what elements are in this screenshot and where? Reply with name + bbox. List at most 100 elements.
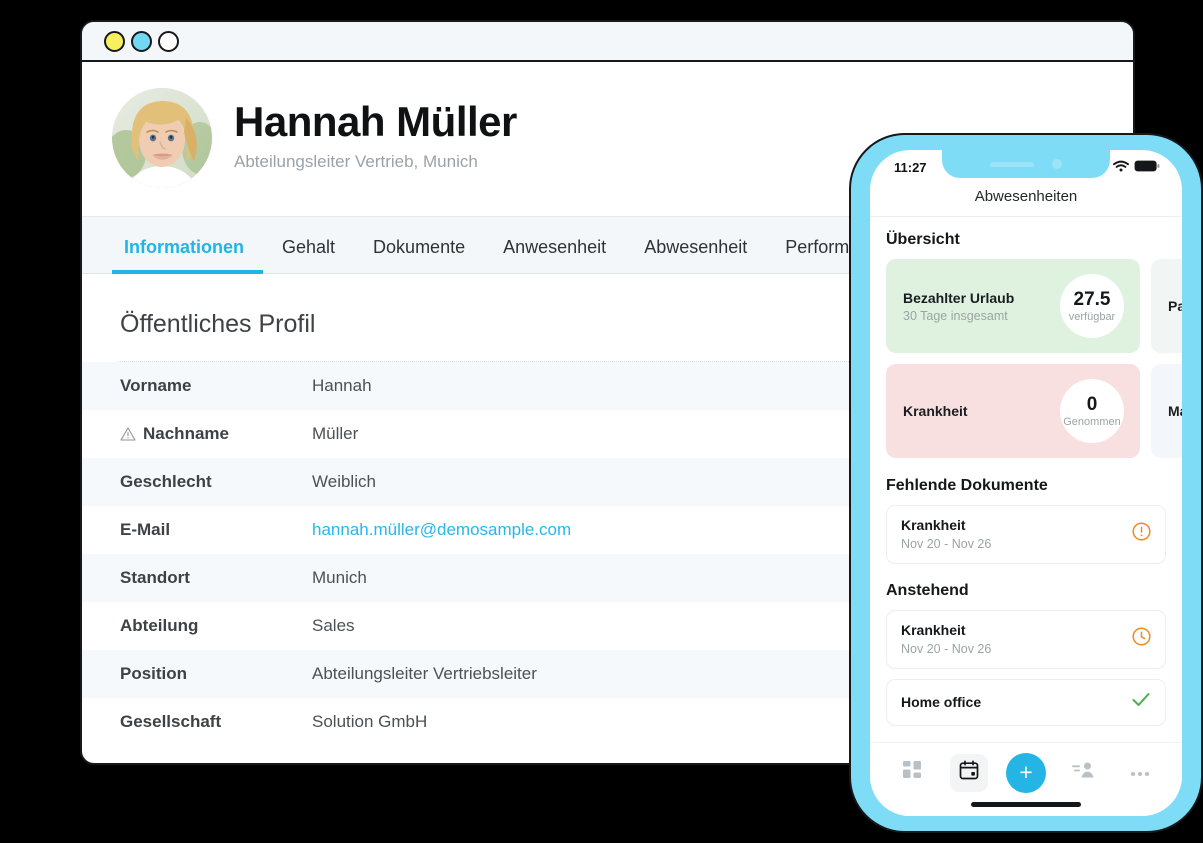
stat-card-partial-pa[interactable]: Pa	[1151, 259, 1182, 353]
calendar-icon	[959, 760, 979, 785]
warning-triangle-icon	[120, 426, 136, 442]
field-label-cell: Vorname	[120, 376, 312, 396]
field-label: Nachname	[143, 424, 229, 443]
check-icon	[1131, 691, 1151, 713]
stat-card-number: 27.5	[1073, 288, 1111, 310]
phone-body: Übersicht Bezahlter Urlaub 30 Tage insge…	[870, 217, 1182, 762]
stat-card-title: Krankheit	[903, 403, 968, 419]
tab-label: Informationen	[124, 237, 244, 257]
dashboard-icon	[902, 760, 922, 785]
list-item[interactable]: Krankheit Nov 20 - Nov 26	[886, 505, 1166, 564]
field-label: Abteilung	[120, 616, 199, 635]
stat-card-unit: Genommen	[1063, 415, 1121, 428]
stat-card-krankheit[interactable]: Krankheit 0 Genommen	[886, 364, 1140, 458]
stat-card-subtitle: 30 Tage insgesamt	[903, 308, 1008, 323]
stat-cards-row-1: Bezahlter Urlaub 30 Tage insgesamt 27.5 …	[870, 259, 1182, 353]
list-item-text: Home office	[901, 694, 981, 710]
tab-label: Anwesenheit	[503, 237, 607, 257]
phone-mockup: 11:27 Abwesenheiten Übersicht Bezahlter …	[849, 133, 1203, 833]
field-label-cell: Abteilung	[120, 616, 312, 636]
avatar	[112, 88, 212, 188]
tab-label: Dokumente	[373, 237, 466, 257]
stat-card-text: Krankheit	[903, 403, 968, 419]
home-indicator	[971, 802, 1081, 807]
field-label: Position	[120, 664, 188, 683]
alert-circle-icon	[1132, 522, 1151, 546]
tab-anwesenheit[interactable]: Anwesenheit	[484, 237, 625, 273]
list-item[interactable]: Home office	[886, 679, 1166, 726]
field-label: Standort	[120, 568, 190, 587]
tab-informationen[interactable]: Informationen	[112, 237, 263, 274]
stat-card-number: 0	[1086, 393, 1098, 415]
stat-card-title: Pa	[1168, 298, 1182, 314]
profile-subtitle: Abteilungsleiter Vertrieb, Munich	[234, 151, 478, 171]
list-item-dates: Nov 20 - Nov 26	[901, 642, 992, 656]
tab-abwesenheit[interactable]: Abwesenheit	[625, 237, 766, 273]
stat-card-unit: verfügbar	[1068, 310, 1116, 323]
field-value: Müller	[312, 424, 359, 443]
nav-more[interactable]	[1121, 754, 1159, 792]
profile-name-block: Hannah Müller Abteilungsleiter Vertrieb,…	[234, 100, 517, 175]
window-titlebar	[82, 22, 1133, 62]
missing-docs-heading: Fehlende Dokumente	[886, 477, 1048, 494]
speaker-slot	[990, 161, 1034, 167]
field-label: Geschlecht	[120, 472, 212, 491]
phone-screen: 11:27 Abwesenheiten Übersicht Bezahlter …	[870, 150, 1182, 816]
phone-notch	[942, 150, 1110, 178]
stat-card-text: Bezahlter Urlaub 30 Tage insgesamt	[903, 290, 1014, 323]
stat-card-bubble: 27.5 verfügbar	[1060, 274, 1124, 338]
status-time: 11:27	[894, 159, 927, 175]
pending-heading: Anstehend	[886, 582, 969, 599]
close-dot[interactable]	[104, 30, 130, 53]
field-label-cell: Standort	[120, 568, 312, 588]
field-label: E-Mail	[120, 520, 171, 539]
field-value: Munich	[312, 568, 367, 587]
field-label-cell: Geschlecht	[120, 472, 312, 492]
add-icon: +	[1019, 759, 1033, 785]
list-item-title: Krankheit	[901, 622, 966, 638]
nav-calendar[interactable]	[949, 753, 988, 792]
overview-heading: Übersicht	[886, 231, 960, 248]
page-title: Hannah Müller	[234, 98, 517, 146]
list-item-text: Krankheit Nov 20 - Nov 26	[901, 517, 991, 551]
tab-label: Gehalt	[282, 237, 336, 257]
stat-card-title: Ma	[1168, 403, 1182, 419]
stat-card-bezahlter-urlaub[interactable]: Bezahlter Urlaub 30 Tage insgesamt 27.5 …	[886, 259, 1140, 353]
field-value: Sales	[312, 616, 355, 635]
more-icon	[1130, 764, 1150, 782]
clock-icon	[1132, 627, 1151, 651]
stat-card-bubble: 0 Genommen	[1060, 379, 1124, 443]
stat-card-partial-ma[interactable]: Ma	[1151, 364, 1182, 458]
field-label-cell: E-Mail	[120, 520, 312, 540]
list-item[interactable]: Krankheit Nov 20 - Nov 26	[886, 610, 1166, 669]
list-item-title: Home office	[901, 694, 982, 710]
field-value: Abteilungsleiter Vertriebsleiter	[312, 664, 537, 683]
field-label: Vorname	[120, 376, 192, 395]
field-value: Solution GmbH	[312, 712, 428, 731]
add-button[interactable]: +	[1005, 752, 1046, 793]
tab-label: Abwesenheit	[644, 237, 748, 257]
tab-dokumente[interactable]: Dokumente	[354, 237, 484, 273]
front-camera-dot	[1052, 159, 1062, 169]
list-item-dates: Nov 20 - Nov 26	[901, 537, 992, 551]
stat-cards-row-2: Krankheit 0 Genommen Ma	[870, 364, 1182, 458]
field-value: Hannah	[312, 376, 372, 395]
stat-card-title: Bezahlter Urlaub	[903, 289, 1015, 306]
people-icon	[1072, 761, 1094, 784]
maximize-dot[interactable]	[158, 30, 179, 52]
list-item-title: Krankheit	[901, 517, 966, 533]
battery-icon	[1134, 160, 1160, 175]
list-item-text: Krankheit Nov 20 - Nov 26	[901, 622, 991, 656]
wifi-icon	[1113, 160, 1129, 175]
email-link[interactable]: hannah.müller@demosample.com	[312, 520, 571, 540]
tab-gehalt[interactable]: Gehalt	[263, 237, 354, 273]
field-label-cell: Gesellschaft	[120, 712, 312, 732]
nav-people[interactable]	[1064, 754, 1102, 792]
field-label-cell: Nachname	[120, 424, 312, 444]
minimize-dot[interactable]	[131, 30, 157, 53]
field-label: Gesellschaft	[120, 712, 222, 731]
nav-dashboard[interactable]	[893, 754, 931, 792]
field-value: Weiblich	[312, 472, 376, 491]
field-label-cell: Position	[120, 664, 312, 684]
phone-nav-title: Abwesenheiten	[870, 180, 1182, 217]
